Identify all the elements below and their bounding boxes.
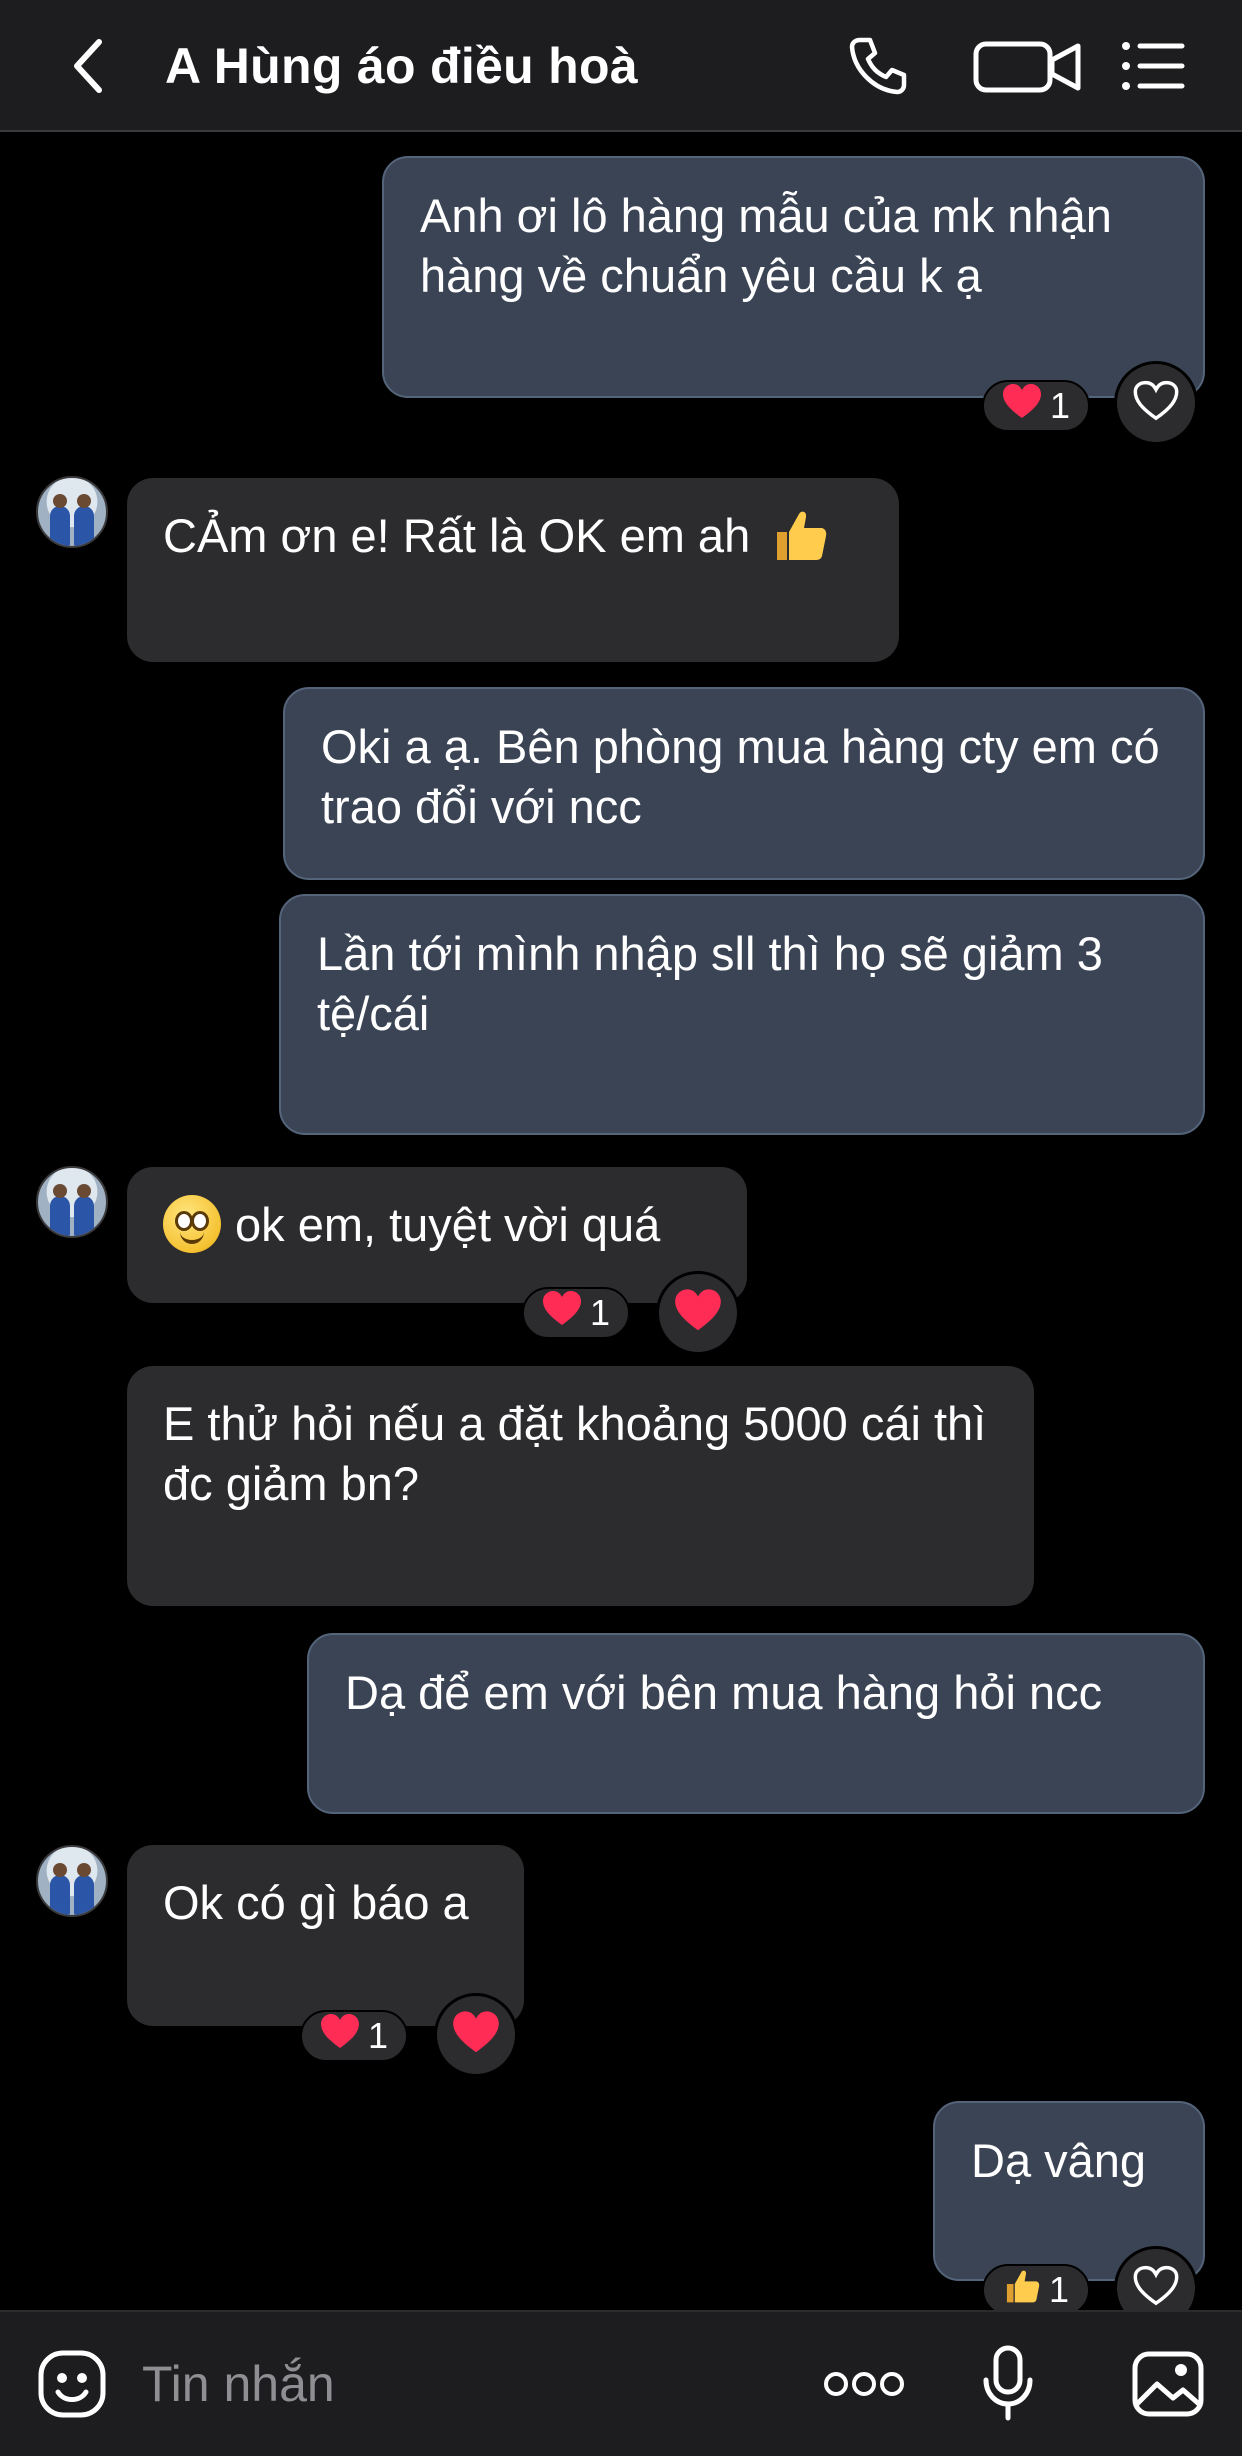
smiling-face-icon	[163, 1195, 221, 1253]
reaction-count: 1	[1049, 385, 1071, 426]
thumbs-up-icon	[771, 506, 829, 578]
reaction-summary[interactable]: 1	[982, 380, 1090, 432]
chat-header: A Hùng áo điều hoà	[0, 0, 1242, 132]
contact-avatar[interactable]	[36, 476, 108, 548]
reaction-count: 1	[589, 1292, 611, 1333]
message-text: Dạ để em với bên mua hàng hỏi ncc	[345, 1666, 1103, 1719]
message-input[interactable]: Tin nhắn	[142, 2312, 335, 2456]
thumbs-up-icon	[1003, 2267, 1041, 2314]
message-text: E thử hỏi nếu a đặt khoảng 5000 cái thì …	[163, 1397, 987, 1510]
video-camera-icon[interactable]	[970, 30, 1090, 102]
reaction-summary[interactable]: 1	[300, 2010, 408, 2062]
sticker-face-icon[interactable]	[34, 2348, 110, 2420]
image-gallery-icon[interactable]	[1128, 2348, 1208, 2420]
reaction-summary[interactable]: 1	[522, 1287, 630, 1339]
outgoing-message[interactable]: Oki a ạ. Bên phòng mua hàng cty em có tr…	[283, 687, 1205, 880]
message-text: Oki a ạ. Bên phòng mua hàng cty em có tr…	[321, 720, 1160, 833]
message-text: ok em, tuyệt vời quá	[235, 1198, 661, 1251]
incoming-message[interactable]: ok em, tuyệt vời quá	[127, 1167, 747, 1303]
reaction-count: 1	[1048, 2269, 1070, 2310]
contact-name[interactable]: A Hùng áo điều hoà	[165, 30, 638, 102]
heart-icon	[674, 1288, 722, 1338]
more-dots-icon[interactable]	[822, 2348, 906, 2420]
heart-icon	[320, 2013, 360, 2059]
react-heart-button[interactable]	[1114, 361, 1198, 445]
message-text: Lần tới mình nhập sll thì họ sẽ giảm 3 t…	[317, 927, 1103, 1040]
heart-icon	[542, 1290, 582, 1336]
phone-icon[interactable]	[838, 30, 918, 102]
heart-icon	[452, 2010, 500, 2060]
heart-outline-icon	[1133, 2265, 1179, 2312]
message-text: CẢm ơn e! Rất là OK em ah	[163, 509, 751, 562]
microphone-icon[interactable]	[978, 2345, 1038, 2421]
message-text: Anh ơi lô hàng mẫu của mk nhận hàng về c…	[420, 189, 1112, 302]
message-composer: Tin nhắn	[0, 2310, 1242, 2456]
reaction-summary[interactable]: 1	[982, 2264, 1090, 2316]
message-text: Dạ vâng	[971, 2134, 1147, 2187]
reaction-count: 1	[367, 2015, 389, 2056]
message-text: Ok có gì báo a	[163, 1876, 469, 1929]
list-menu-icon[interactable]	[1118, 30, 1188, 102]
incoming-message[interactable]: E thử hỏi nếu a đặt khoảng 5000 cái thì …	[127, 1366, 1034, 1606]
incoming-message[interactable]: CẢm ơn e! Rất là OK em ah	[127, 478, 899, 662]
react-heart-button[interactable]	[434, 1993, 518, 2077]
outgoing-message[interactable]: Anh ơi lô hàng mẫu của mk nhận hàng về c…	[382, 156, 1205, 398]
heart-icon	[1002, 383, 1042, 429]
contact-avatar[interactable]	[36, 1166, 108, 1238]
outgoing-message[interactable]: Dạ để em với bên mua hàng hỏi ncc	[307, 1633, 1205, 1814]
react-heart-button[interactable]	[656, 1271, 740, 1355]
back-chevron-icon[interactable]	[62, 30, 116, 102]
outgoing-message[interactable]: Lần tới mình nhập sll thì họ sẽ giảm 3 t…	[279, 894, 1205, 1135]
contact-avatar[interactable]	[36, 1845, 108, 1917]
heart-outline-icon	[1133, 380, 1179, 427]
